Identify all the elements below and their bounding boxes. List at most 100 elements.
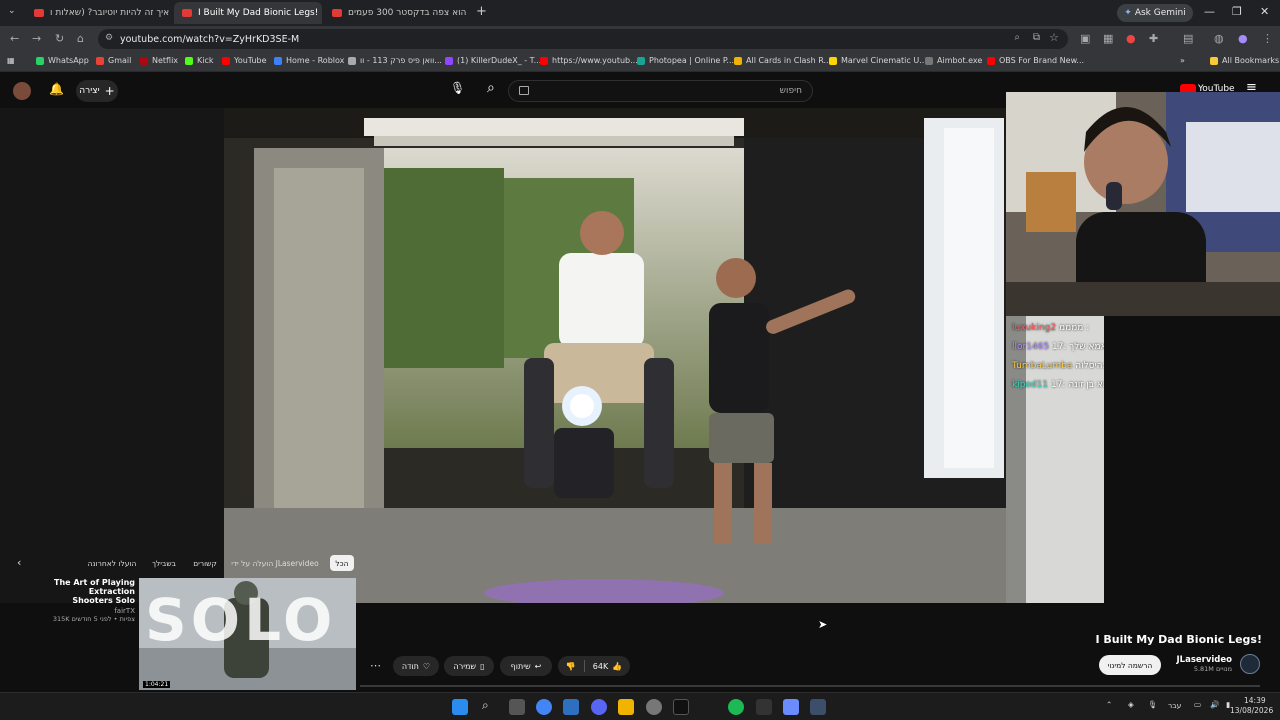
sidepanel-icon[interactable]: ▤: [1183, 32, 1193, 45]
search-icon[interactable]: ⌕: [482, 698, 489, 713]
discord-icon[interactable]: [591, 699, 607, 715]
menu-kebab-icon[interactable]: ⋮: [1262, 32, 1273, 45]
close-window-icon[interactable]: ✕: [1260, 5, 1269, 18]
bookmark-whatsapp[interactable]: WhatsApp: [36, 56, 89, 65]
minimize-icon[interactable]: —: [1204, 5, 1215, 18]
apps-grid-icon[interactable]: ▦: [7, 56, 15, 65]
bookmark-photopea[interactable]: Photopea | Online P...: [637, 56, 734, 65]
share-button[interactable]: שיתוף ↩: [500, 656, 552, 676]
chips-scroll-left-icon[interactable]: ‹: [17, 556, 21, 569]
bookmark-gmail[interactable]: Gmail: [96, 56, 131, 65]
chrome-icon[interactable]: [536, 699, 552, 715]
install-app-icon[interactable]: ⧉: [1033, 32, 1040, 43]
epic-games-icon[interactable]: [756, 699, 772, 715]
file-explorer-icon[interactable]: [618, 699, 634, 715]
save-button[interactable]: שמירה ▯: [444, 656, 494, 676]
app-icon[interactable]: [673, 699, 689, 715]
volume-icon[interactable]: 🔊: [1210, 700, 1219, 709]
super-thanks-icon: ♡: [422, 661, 431, 671]
site-info-icon[interactable]: ⚙: [105, 33, 113, 43]
bookmark-youtube-url[interactable]: https://www.youtub...: [540, 56, 638, 65]
new-tab-plus-icon[interactable]: +: [476, 4, 487, 19]
tab-close-icon[interactable]: ✕: [318, 8, 322, 19]
home-icon[interactable]: ⌂: [77, 32, 84, 45]
video-progress-bar[interactable]: [360, 685, 1260, 687]
bookmark-youtube[interactable]: YouTube: [222, 56, 267, 65]
bookmark-netflix[interactable]: Netflix: [140, 56, 178, 65]
bookmark-kick[interactable]: Kick: [185, 56, 214, 65]
tab-close-icon[interactable]: ✕: [169, 8, 172, 19]
subscribe-button[interactable]: הרשמה למינוי: [1099, 655, 1161, 675]
thanks-button[interactable]: תודה ♡: [393, 656, 439, 676]
video-player[interactable]: [224, 108, 1006, 603]
tab-search-chevron-icon[interactable]: ⌄: [8, 6, 16, 16]
extensions-puzzle-icon[interactable]: ✚: [1149, 32, 1158, 45]
channel-info[interactable]: JLaservideo 5.81M מנויים: [1170, 655, 1232, 673]
ask-gemini-button[interactable]: ✦ Ask Gemini: [1117, 4, 1193, 22]
extension-icon[interactable]: ●: [1126, 32, 1136, 45]
bookmark-clash-royale[interactable]: All Cards in Clash R...: [734, 56, 831, 65]
channel-avatar[interactable]: [1240, 654, 1260, 674]
chip-related[interactable]: קשורים: [188, 555, 222, 571]
app-icon[interactable]: [563, 699, 579, 715]
language-indicator[interactable]: עבר: [1168, 701, 1181, 710]
search-input[interactable]: חיפוש: [508, 80, 813, 102]
tray-app-icon[interactable]: ◈: [1128, 700, 1134, 709]
extension-icon[interactable]: ▦: [1103, 32, 1113, 45]
chip-all[interactable]: הכל: [330, 555, 354, 571]
tray-chevron-icon[interactable]: ⌃: [1106, 700, 1112, 709]
bookmarks-overflow-chevron-icon[interactable]: »: [1180, 56, 1185, 65]
app-icon[interactable]: [783, 699, 799, 715]
app-icon[interactable]: [810, 699, 826, 715]
chip-recently-uploaded[interactable]: הועלו לאחרונה: [84, 555, 140, 571]
keyboard-icon[interactable]: [519, 86, 529, 95]
subscriber-count: 5.81M מנויים: [1193, 665, 1232, 673]
notifications-bell-icon[interactable]: 🔔: [49, 82, 64, 96]
tab-bionic-legs[interactable]: I Built My Dad Bionic Legs! ✕: [174, 2, 322, 24]
dislike-icon[interactable]: 👎: [566, 662, 576, 671]
bookmark-one-piece[interactable]: וואן פיס פרק 113 - וו...: [348, 56, 442, 65]
youtube-favicon-icon: [182, 9, 192, 17]
clock-time[interactable]: 14:39: [1244, 696, 1266, 705]
gemini-spark-icon: ✦: [1124, 8, 1132, 18]
chip-for-you[interactable]: בשבילך: [146, 555, 182, 571]
microphone-icon[interactable]: 🎙: [1148, 700, 1158, 709]
reload-icon[interactable]: ↻: [55, 32, 64, 45]
video-frame: [224, 108, 1006, 603]
all-bookmarks[interactable]: All Bookmarks: [1210, 56, 1279, 65]
chip-uploaded-by[interactable]: הועלה על ידי JLaservideo: [228, 555, 322, 571]
search-icon[interactable]: ⌕: [487, 80, 495, 96]
forward-arrow-icon[interactable]: →: [32, 32, 41, 45]
back-arrow-icon[interactable]: ←: [10, 32, 19, 45]
more-actions-icon[interactable]: ⋯: [370, 659, 381, 672]
windows-start-icon[interactable]: [452, 699, 468, 715]
bookmark-roblox[interactable]: Home - Roblox: [274, 56, 344, 65]
url-bar[interactable]: ⚙ youtube.com/watch?v=ZyHrKD3SE-M ⌕ ⧉ ☆: [98, 29, 1068, 49]
bookmark-marvel[interactable]: Marvel Cinematic U...: [829, 56, 927, 65]
tab-title: הוא צפה בדקסטר 300 פעמים -: [348, 8, 468, 18]
restore-icon[interactable]: ❐: [1232, 5, 1242, 18]
extension-icon[interactable]: ▣: [1080, 32, 1090, 45]
task-view-icon[interactable]: [509, 699, 525, 715]
profile-icon[interactable]: ◍: [1214, 32, 1224, 45]
avatar-icon[interactable]: ●: [1238, 32, 1248, 45]
recommended-thumbnail[interactable]: SOLO 1:04:21: [139, 578, 356, 690]
account-avatar[interactable]: [13, 82, 31, 100]
spotify-icon[interactable]: [728, 699, 744, 715]
create-button[interactable]: יצירה +: [76, 80, 118, 102]
bookmark-obs[interactable]: OBS For Brand New...: [987, 56, 1084, 65]
tab-dexter[interactable]: הוא צפה בדקסטר 300 פעמים - ✕: [324, 2, 468, 24]
zoom-icon[interactable]: ⌕: [1014, 32, 1020, 43]
app-icon[interactable]: [646, 699, 662, 715]
bookmark-killerdudex[interactable]: (1) KillerDudeX_ - T...: [445, 56, 541, 65]
tab-youtuber-questions[interactable]: איך זה להיות יוטיובר? (שאלות ו ✕: [26, 2, 172, 24]
clock-date[interactable]: 13/08/2026: [1230, 706, 1273, 715]
recommended-video-info[interactable]: The Art of Playing Extraction Shooters S…: [20, 578, 135, 623]
like-icon[interactable]: 👍: [612, 662, 622, 671]
bookmark-aimbot[interactable]: Aimbot.exe: [925, 56, 982, 65]
like-dislike-group: 👎 64K 👍: [558, 656, 630, 676]
network-icon[interactable]: ▭: [1194, 700, 1201, 709]
voice-search-mic-icon[interactable]: 🎙: [450, 81, 465, 95]
bookmark-star-icon[interactable]: ☆: [1049, 31, 1059, 44]
like-count[interactable]: 64K: [593, 662, 608, 671]
